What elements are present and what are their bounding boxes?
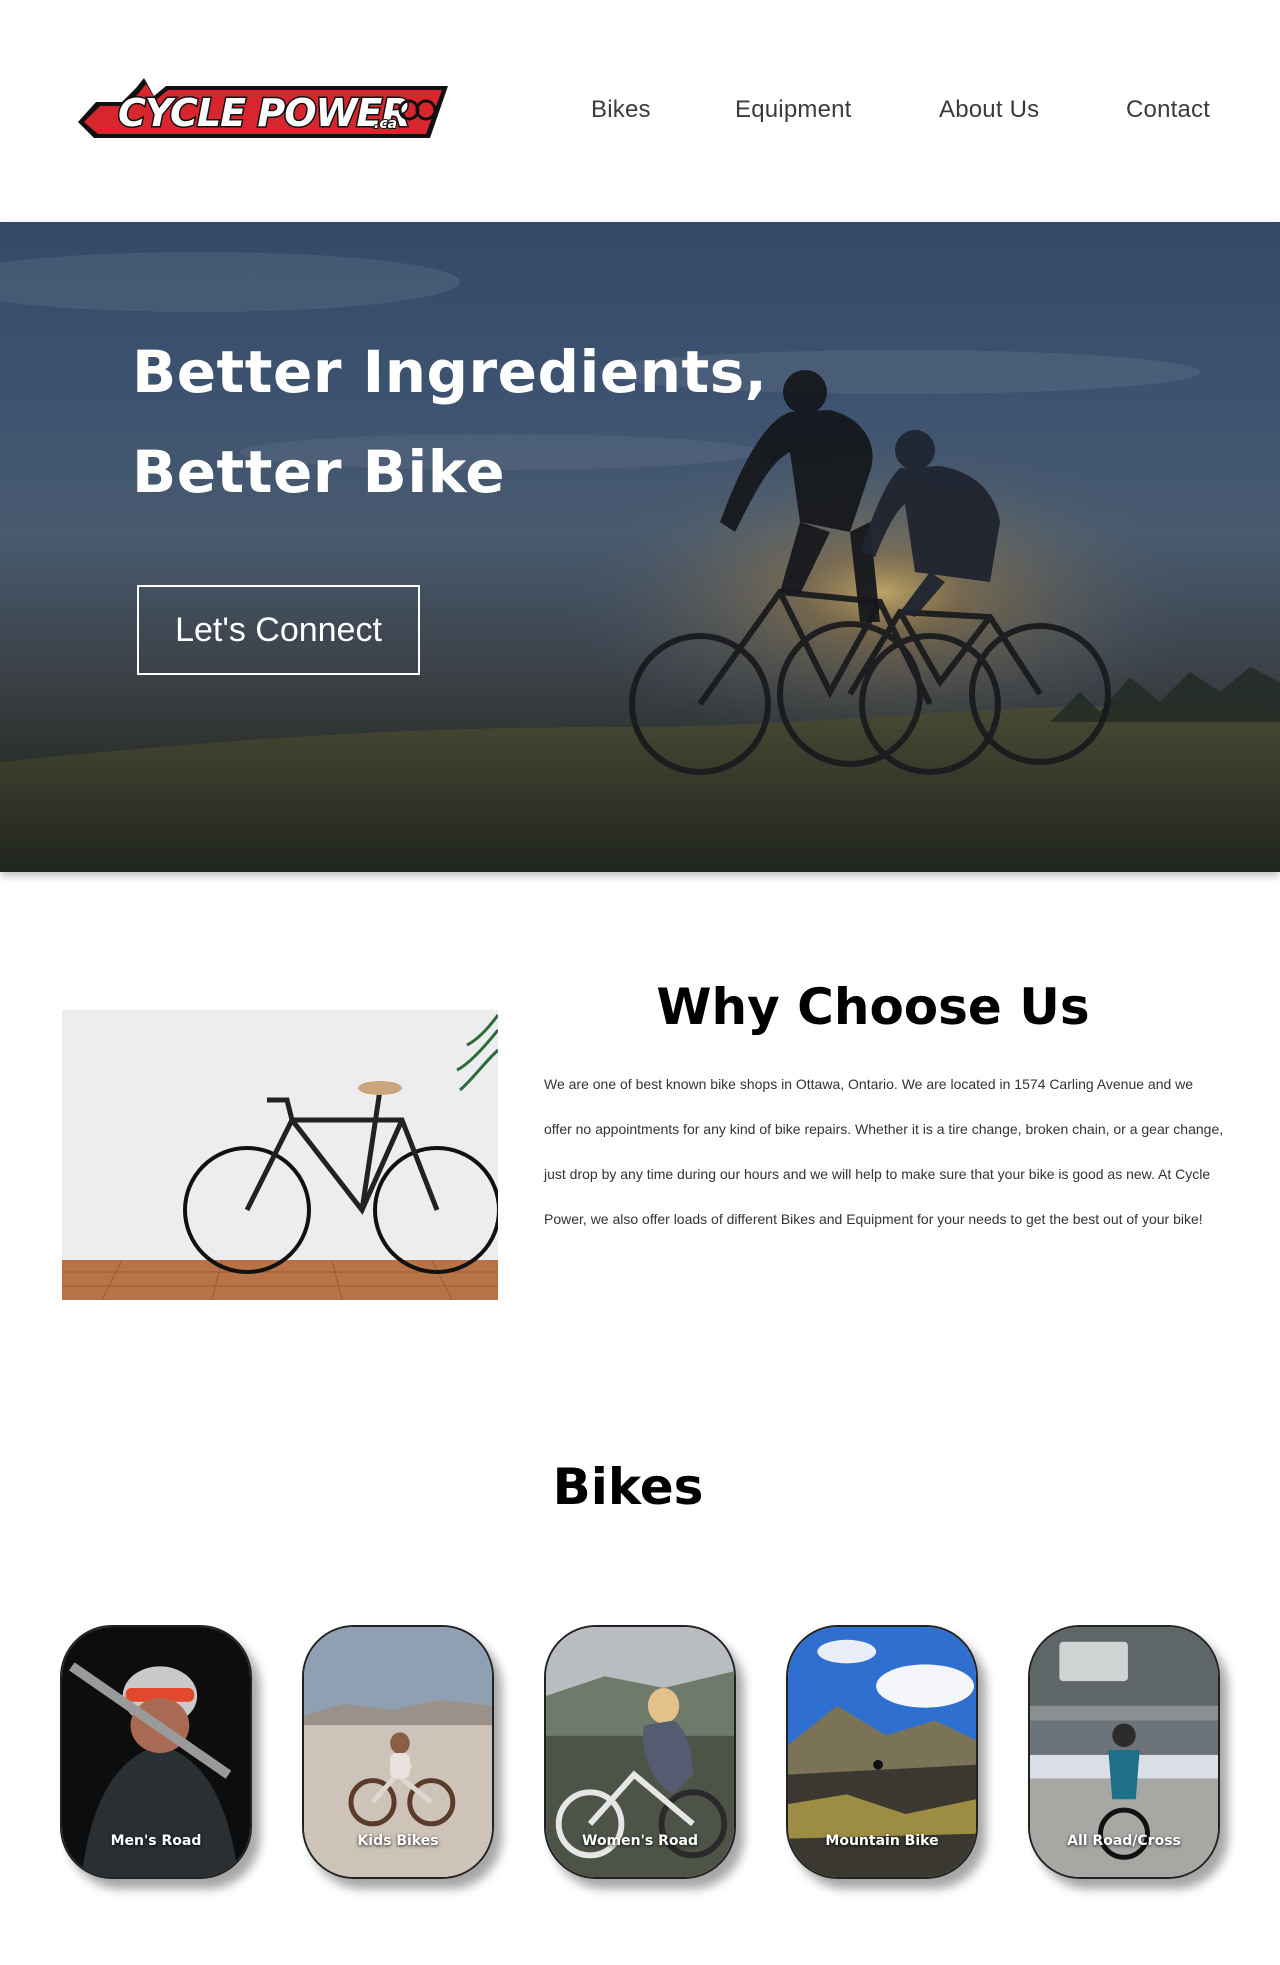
hero-title-line-2: Better Bike xyxy=(132,438,506,506)
card-label-mens-road: Men's Road xyxy=(110,1833,202,1849)
card-label-kids-bikes: Kids Bikes xyxy=(357,1833,439,1849)
card-label-all-road-cross: All Road/Cross xyxy=(1067,1833,1181,1849)
card-womens-road[interactable]: Women's Road xyxy=(544,1625,736,1879)
nav-equipment[interactable]: Equipment xyxy=(735,96,852,124)
nav-about-us[interactable]: About Us xyxy=(939,96,1039,124)
why-choose-us-paragraph: We are one of best known bike shops in O… xyxy=(544,1076,1224,1227)
card-label-mountain-bike: Mountain Bike xyxy=(825,1833,939,1849)
card-mens-road[interactable]: Men's Road xyxy=(60,1625,252,1879)
lets-connect-button[interactable]: Let's Connect xyxy=(137,585,420,675)
card-all-road-cross[interactable]: All Road/Cross xyxy=(1028,1625,1220,1879)
card-mountain-bike[interactable]: Mountain Bike xyxy=(786,1625,978,1879)
hero-title: Better Ingredients, Better Bike xyxy=(132,322,767,522)
nav-contact[interactable]: Contact xyxy=(1126,96,1210,124)
why-choose-us-heading: Why Choose Us xyxy=(656,978,1090,1036)
nav-bikes[interactable]: Bikes xyxy=(591,96,651,124)
main-nav: Bikes Equipment About Us Contact xyxy=(0,96,1280,130)
hero-title-line-1: Better Ingredients, xyxy=(132,338,768,406)
hero-banner: Better Ingredients, Better Bike Let's Co… xyxy=(0,222,1280,872)
site-header: CYCLE POWER .ca Bikes Equipment About Us… xyxy=(0,0,1280,222)
hero-cyclists-image xyxy=(0,222,1280,872)
bikes-heading: Bikes xyxy=(552,1458,704,1516)
card-label-womens-road: Women's Road xyxy=(582,1833,698,1849)
bike-against-wall-image xyxy=(62,1010,498,1300)
card-kids-bikes[interactable]: Kids Bikes xyxy=(302,1625,494,1879)
